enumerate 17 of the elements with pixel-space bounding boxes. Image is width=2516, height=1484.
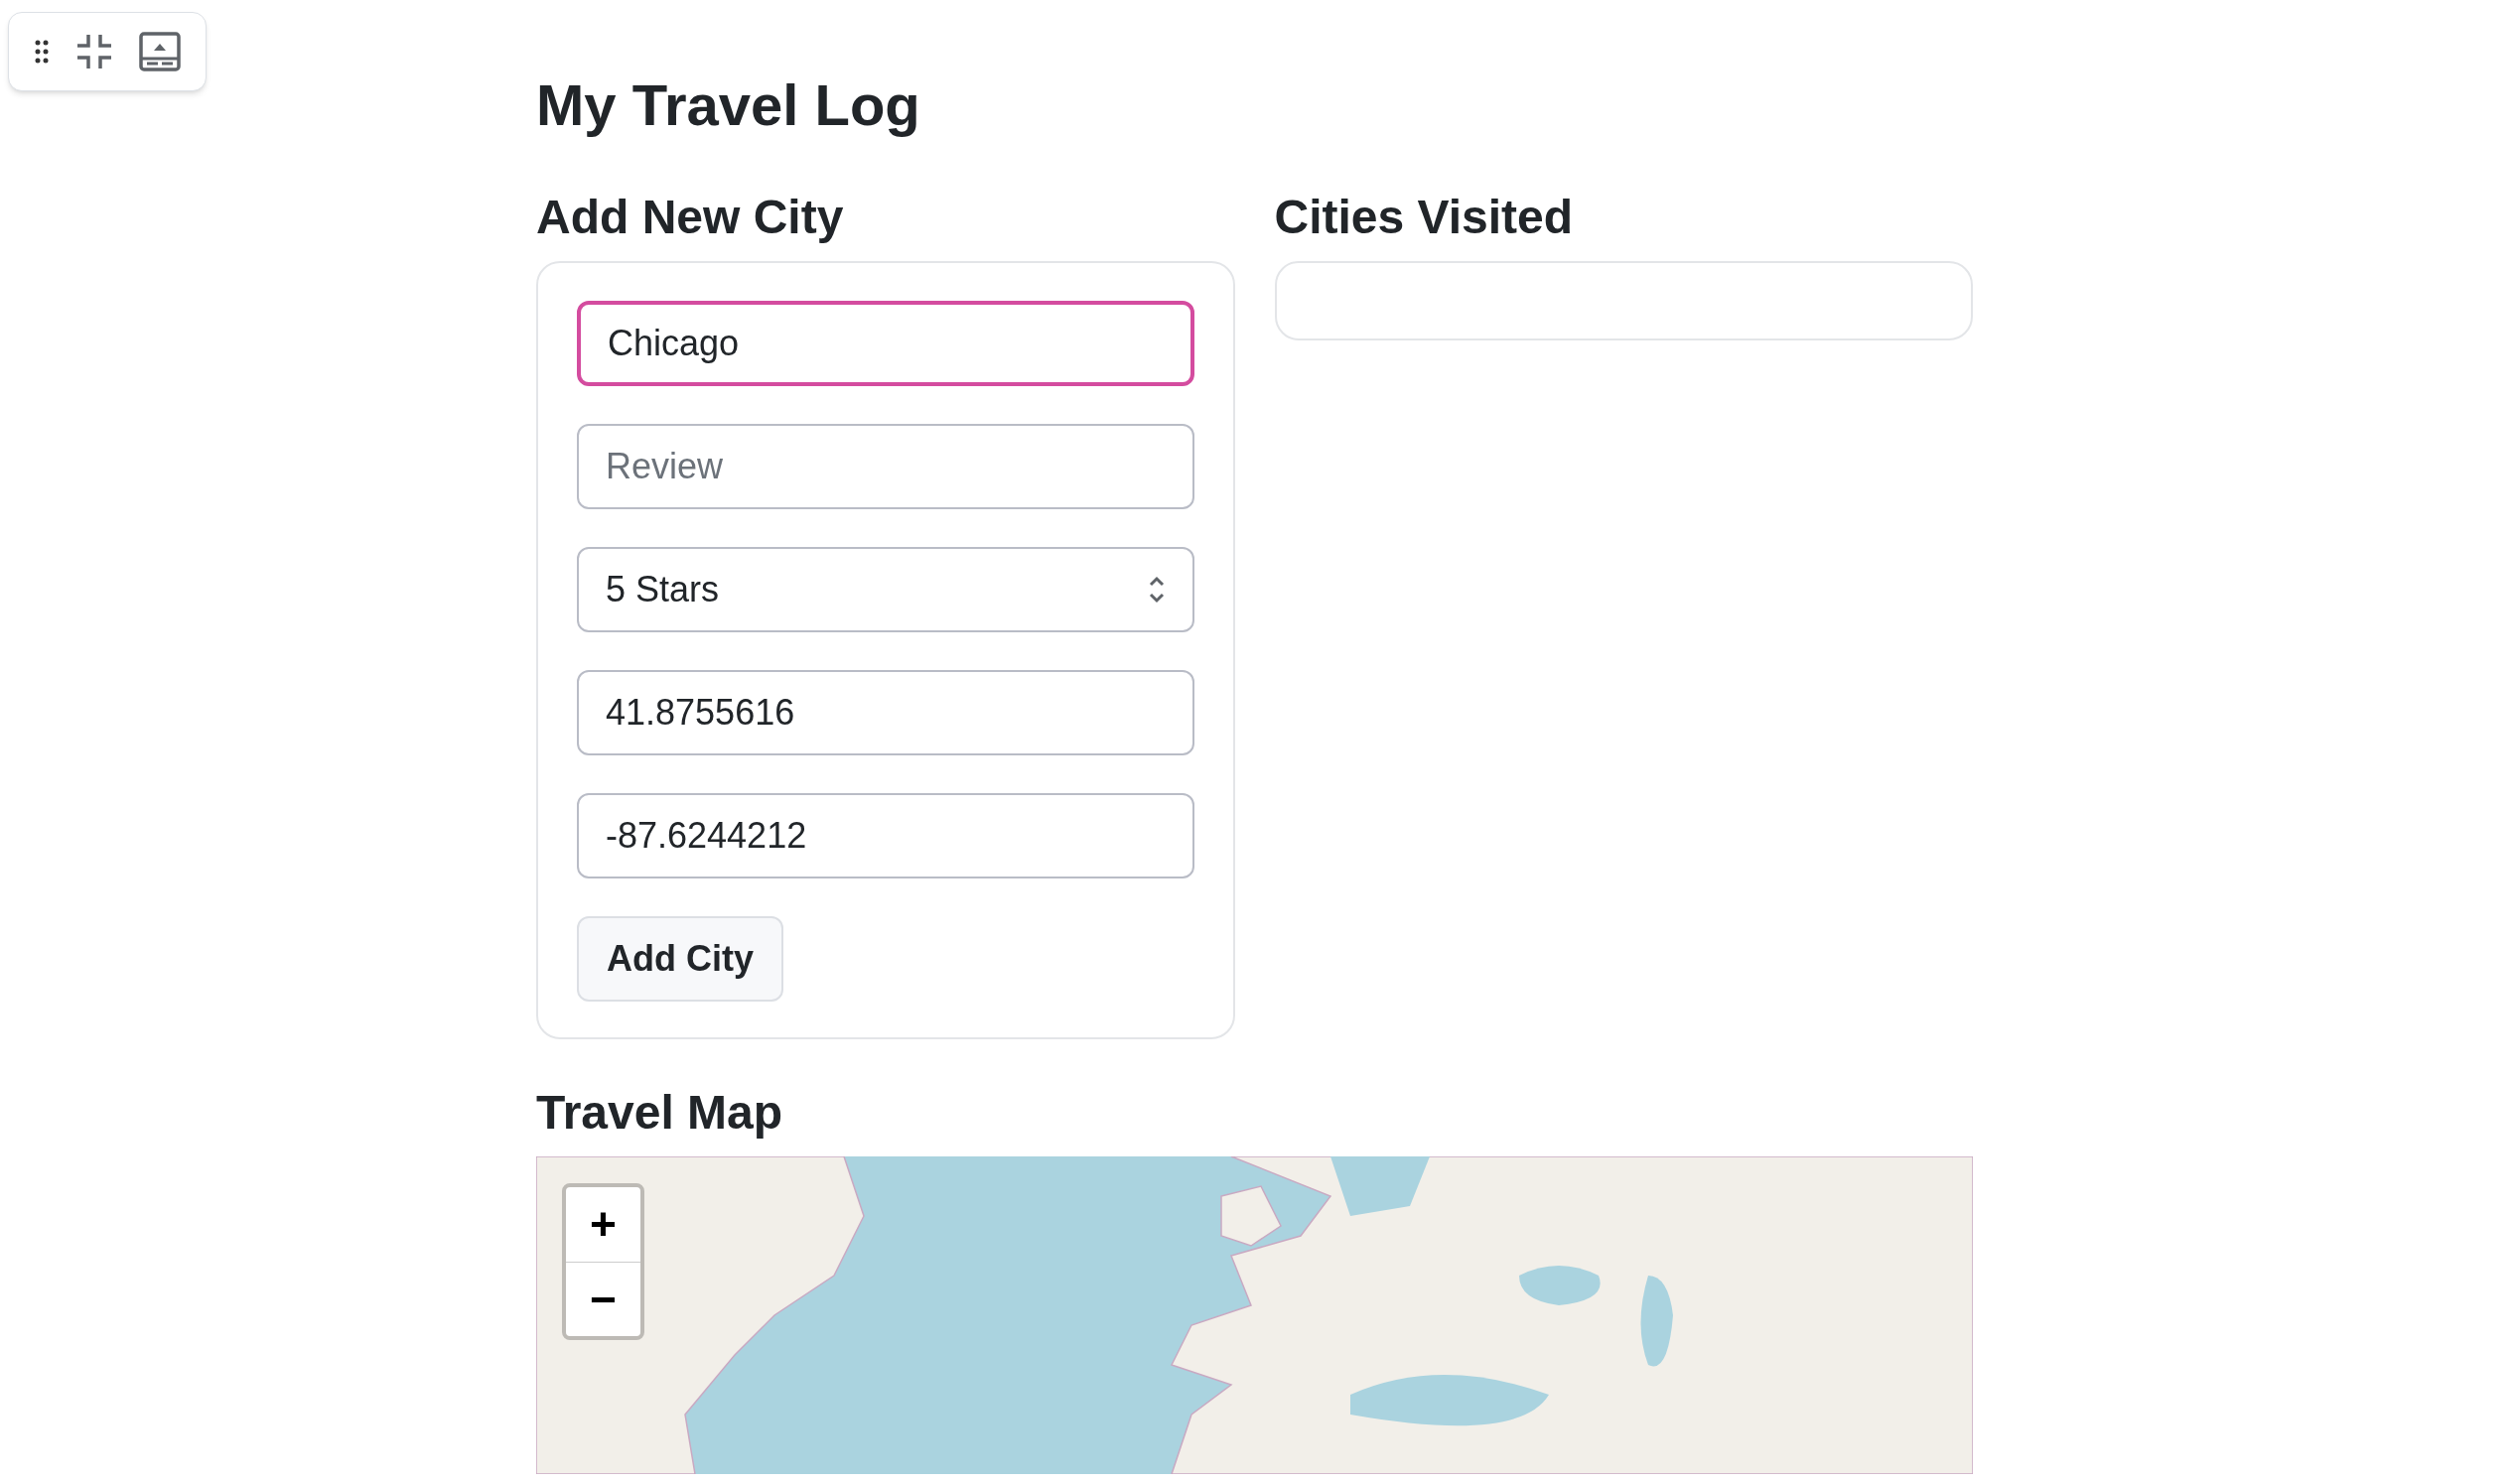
zoom-in-button[interactable]: +	[566, 1186, 640, 1262]
input-field[interactable]: Chicago	[577, 300, 1194, 386]
page-title: My Travel Log	[536, 71, 921, 139]
input-field[interactable]: Review	[577, 423, 1194, 509]
section-heading: Travel Map	[536, 1084, 784, 1141]
add-city-button[interactable]: Add City	[577, 915, 783, 1002]
input-field[interactable]: 41.8755616	[577, 669, 1194, 755]
panel-icon[interactable]	[139, 32, 181, 71]
section-heading: Add New City	[536, 189, 845, 245]
zoom-out-button[interactable]: −	[566, 1261, 640, 1336]
input-field[interactable]: -87.6244212	[577, 792, 1194, 878]
rating-select[interactable]: 5 Stars	[577, 546, 1194, 632]
section-heading: Cities Visited	[1274, 189, 1575, 245]
chevron-updown-icon	[1147, 574, 1166, 605]
select-value: 5 Stars	[606, 567, 720, 611]
drag-handle-icon[interactable]	[34, 39, 50, 65]
collapse-icon[interactable]	[75, 33, 113, 70]
